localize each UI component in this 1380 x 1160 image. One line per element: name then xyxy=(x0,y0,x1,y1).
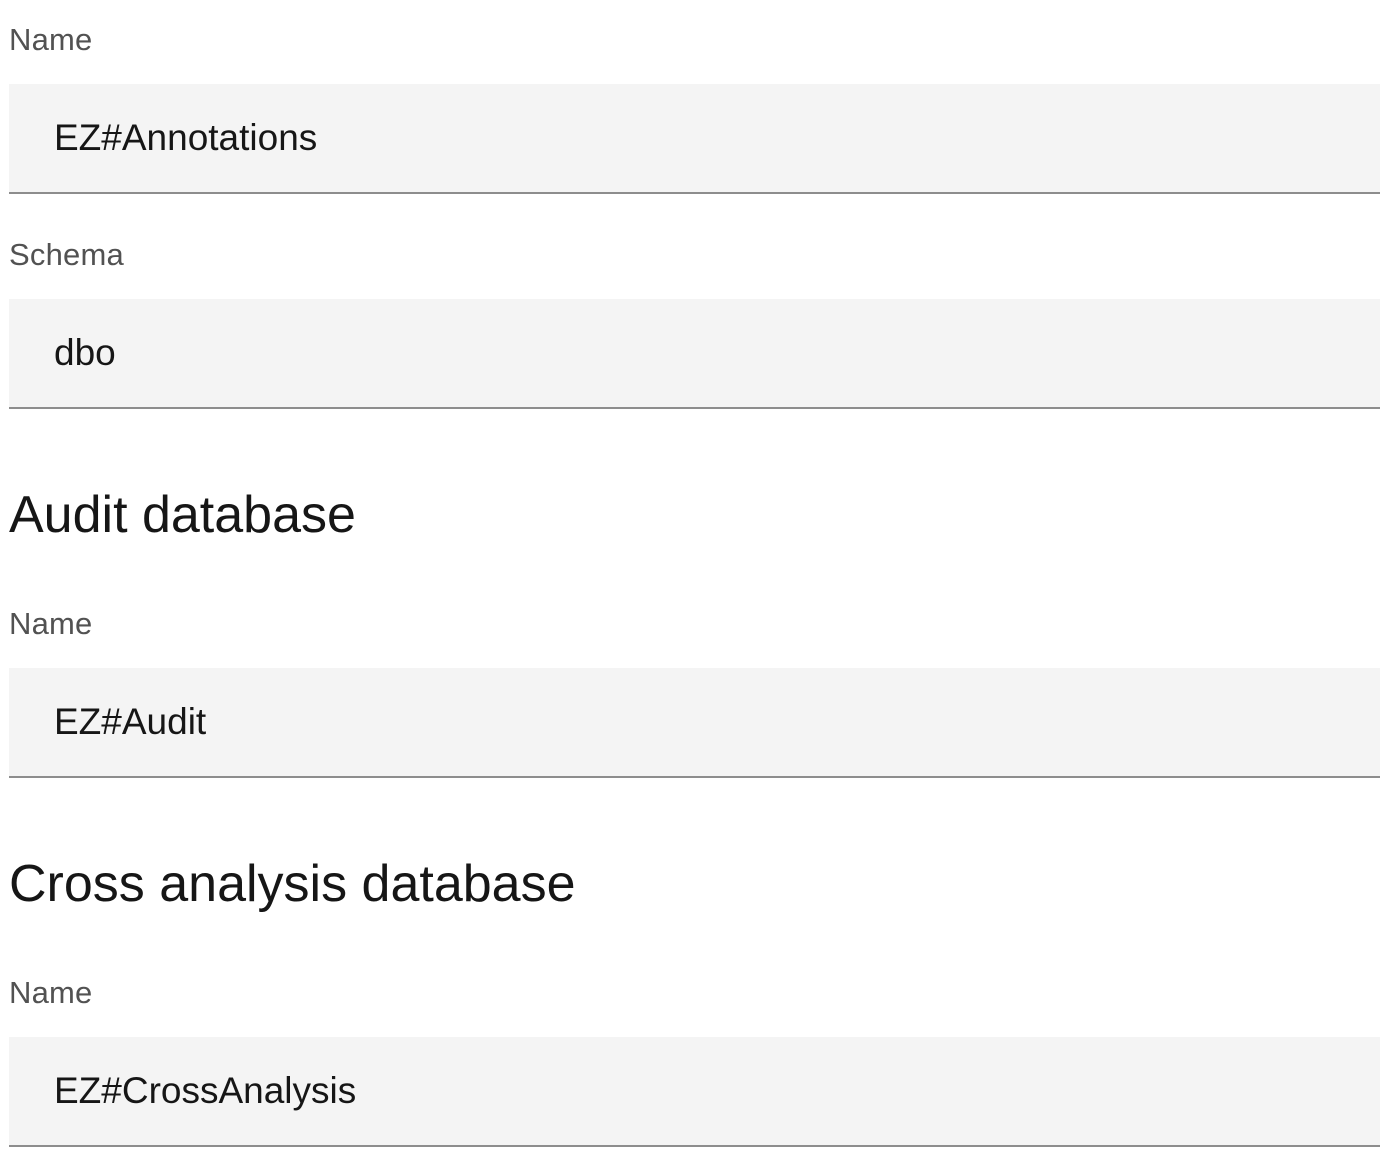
cross-analysis-name-input[interactable] xyxy=(9,1037,1380,1147)
audit-name-input[interactable] xyxy=(9,668,1380,778)
annotations-schema-input[interactable] xyxy=(9,299,1380,409)
audit-name-label: Name xyxy=(9,606,93,641)
audit-database-heading: Audit database xyxy=(9,486,356,544)
annotations-schema-label: Schema xyxy=(9,237,124,272)
cross-analysis-name-label: Name xyxy=(9,975,93,1010)
annotations-name-input[interactable] xyxy=(9,84,1380,194)
cross-analysis-database-heading: Cross analysis database xyxy=(9,855,576,913)
annotations-name-label: Name xyxy=(9,22,93,57)
